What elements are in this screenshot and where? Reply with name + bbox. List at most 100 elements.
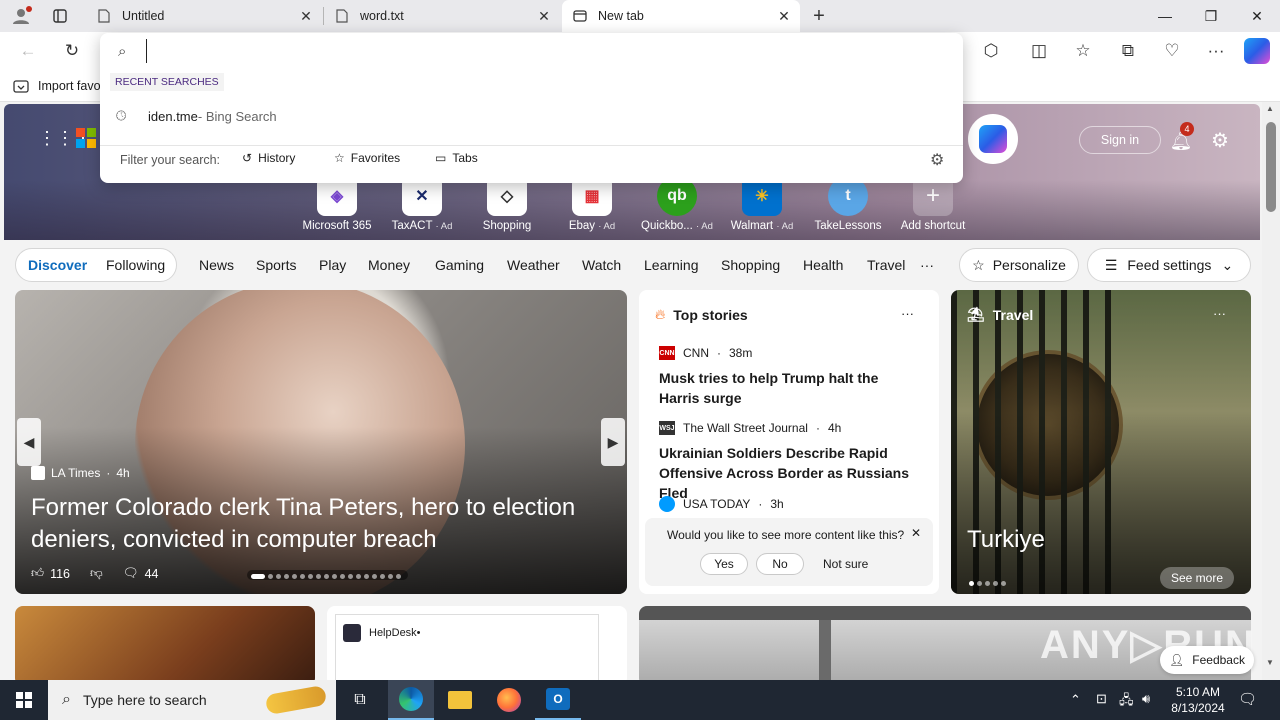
filter-history[interactable]: ↺ History bbox=[242, 151, 295, 165]
story-headline[interactable]: Ukrainian Soldiers Describe Rapid Offens… bbox=[659, 443, 925, 503]
no-button[interactable]: No bbox=[756, 553, 804, 575]
taskbar-edge[interactable] bbox=[388, 680, 434, 720]
favorites-icon[interactable]: ☆ bbox=[1068, 36, 1098, 66]
nav-sports[interactable]: Sports bbox=[256, 257, 296, 273]
extensions-icon[interactable]: ⬡ bbox=[976, 36, 1006, 66]
tile-microsoft-365[interactable]: ◈ Microsoft 365 bbox=[295, 176, 379, 232]
volume-icon[interactable]: 🔊︎ bbox=[1142, 691, 1150, 707]
search-settings-gear-icon[interactable]: ⚙ bbox=[930, 150, 944, 170]
network-icon[interactable]: 🖧︎ bbox=[1119, 691, 1134, 713]
story-headline[interactable]: Former Colorado clerk Tina Peters, hero … bbox=[31, 492, 611, 556]
close-tab-icon[interactable]: ✕ bbox=[536, 8, 552, 24]
top-stories-more-icon[interactable]: ··· bbox=[901, 306, 914, 321]
nav-more-icon[interactable]: ··· bbox=[920, 257, 934, 273]
collections-icon[interactable]: ⧉ bbox=[1113, 36, 1143, 66]
notification-center-icon[interactable]: 🗨︎ bbox=[1238, 690, 1257, 708]
browser-essentials-icon[interactable]: ♡ bbox=[1157, 36, 1187, 66]
filter-favorites[interactable]: ☆ Favorites bbox=[334, 151, 400, 165]
nav-shopping[interactable]: Shopping bbox=[721, 257, 780, 273]
tile-taxact[interactable]: ✕ TaxACT · Ad bbox=[380, 176, 464, 232]
close-window-button[interactable]: ✕ bbox=[1234, 0, 1280, 32]
travel-card[interactable]: ⛱ Travel ··· Turkiye See more bbox=[951, 290, 1251, 594]
close-tab-icon[interactable]: ✕ bbox=[776, 8, 792, 24]
travel-headline[interactable]: Turkiye bbox=[967, 526, 1045, 554]
sliders-icon: ☰ bbox=[1104, 256, 1118, 273]
back-button[interactable]: ← bbox=[13, 36, 43, 66]
task-view-icon[interactable]: ⧉ bbox=[340, 680, 380, 720]
tray-device-icon[interactable]: ⊡ bbox=[1096, 691, 1107, 707]
filter-label: Filter your search: bbox=[120, 153, 221, 167]
nav-weather[interactable]: Weather bbox=[507, 257, 560, 273]
close-tab-icon[interactable]: ✕ bbox=[298, 8, 314, 24]
nav-travel[interactable]: Travel bbox=[867, 257, 905, 273]
feed-settings-button[interactable]: ☰ Feed settings ⌄ bbox=[1087, 248, 1251, 282]
nav-play[interactable]: Play bbox=[319, 257, 346, 273]
page-settings-gear-icon[interactable]: ⚙ bbox=[1206, 126, 1234, 154]
tile-shopping[interactable]: ◇ Shopping bbox=[465, 176, 549, 232]
scroll-up-icon[interactable]: ▲ bbox=[1266, 104, 1274, 113]
beach-umbrella-icon: ⛱ bbox=[967, 306, 985, 322]
following-tab[interactable]: Following bbox=[106, 257, 165, 273]
not-sure-button[interactable]: Not sure bbox=[823, 557, 868, 571]
tray-chevron-up-icon[interactable]: ⌃ bbox=[1070, 692, 1081, 708]
start-button[interactable] bbox=[0, 680, 48, 720]
travel-more-icon[interactable]: ··· bbox=[1213, 306, 1226, 321]
import-favorites[interactable]: Import favo bbox=[12, 78, 101, 94]
tile-add-shortcut[interactable]: + Add shortcut bbox=[891, 176, 975, 232]
main-story-card[interactable]: ◀ ▶ LA Times · 4h Former Colorado clerk Ti… bbox=[15, 290, 627, 594]
tab-word-txt[interactable]: word.txt ✕ bbox=[324, 0, 560, 32]
taskbar-search-box[interactable]: ⌕ Type here to search bbox=[48, 680, 336, 720]
nav-news[interactable]: News bbox=[199, 257, 234, 273]
comment-icon[interactable]: 🗨︎ bbox=[123, 566, 139, 581]
taskbar-firefox[interactable] bbox=[486, 680, 532, 720]
split-screen-icon[interactable]: ◫ bbox=[1024, 36, 1054, 66]
app-launcher-icon[interactable]: ⋮⋮⋮ bbox=[38, 128, 92, 148]
settings-more-icon[interactable]: ··· bbox=[1201, 36, 1231, 66]
lower-story-card[interactable] bbox=[15, 606, 315, 680]
profile-avatar[interactable] bbox=[8, 4, 34, 28]
copilot-icon[interactable] bbox=[1244, 38, 1270, 64]
nav-gaming[interactable]: Gaming bbox=[435, 257, 484, 273]
new-tab-button[interactable]: + bbox=[808, 5, 830, 27]
nav-learning[interactable]: Learning bbox=[644, 257, 699, 273]
comment-count: 44 bbox=[144, 566, 159, 581]
tab-actions-icon[interactable] bbox=[50, 6, 70, 26]
taskbar-clock[interactable]: 5:10 AM 8/13/2024 bbox=[1168, 684, 1228, 716]
carousel-next-button[interactable]: ▶ bbox=[601, 418, 625, 466]
tile-ebay[interactable]: ▦ Ebay · Ad bbox=[550, 176, 634, 232]
address-input[interactable] bbox=[146, 39, 926, 63]
refresh-button[interactable]: ↻ bbox=[57, 36, 87, 66]
nav-health[interactable]: Health bbox=[803, 257, 843, 273]
thumbs-up-icon[interactable]: 👍︎ bbox=[31, 566, 44, 581]
recent-search-item[interactable]: 🕓︎ iden.tme - Bing Search bbox=[100, 103, 963, 129]
story-headline[interactable]: Musk tries to help Trump halt the Harris… bbox=[659, 368, 919, 408]
helpdesk-ad-card[interactable]: HelpDesk• bbox=[327, 606, 627, 680]
taskbar-outlook[interactable]: O bbox=[535, 680, 581, 720]
tab-new-tab[interactable]: New tab ✕ bbox=[562, 0, 800, 32]
nav-money[interactable]: Money bbox=[368, 257, 410, 273]
sign-in-button[interactable]: Sign in bbox=[1079, 126, 1161, 154]
personalize-button[interactable]: ☆ Personalize bbox=[959, 248, 1079, 282]
minimize-button[interactable]: — bbox=[1142, 0, 1188, 32]
tile-walmart[interactable]: ✳ Walmart · Ad bbox=[720, 176, 804, 232]
tile-quickbooks[interactable]: qb Quickbo... · Ad bbox=[635, 176, 719, 232]
copilot-hero-button[interactable] bbox=[968, 114, 1018, 164]
scrollbar-thumb[interactable] bbox=[1266, 122, 1276, 212]
scroll-down-icon[interactable]: ▼ bbox=[1266, 658, 1274, 667]
filter-tabs[interactable]: ▭ Tabs bbox=[435, 151, 478, 165]
tile-label: Ebay bbox=[568, 220, 596, 232]
carousel-prev-button[interactable]: ◀ bbox=[17, 418, 41, 466]
see-more-button[interactable]: See more bbox=[1160, 567, 1234, 589]
tile-takelessons[interactable]: t TakeLessons bbox=[806, 176, 890, 232]
restore-button[interactable]: ❐ bbox=[1188, 0, 1234, 32]
taskbar-file-explorer[interactable] bbox=[437, 680, 483, 720]
discover-tab[interactable]: Discover bbox=[28, 257, 87, 273]
thumbs-down-icon[interactable]: 👎︎ bbox=[90, 566, 103, 581]
yes-button[interactable]: Yes bbox=[700, 553, 748, 575]
page-scrollbar[interactable]: ▲ ▼ bbox=[1262, 102, 1280, 680]
tab-label: New tab bbox=[598, 9, 644, 23]
tab-untitled[interactable]: Untitled ✕ bbox=[86, 0, 322, 32]
close-icon[interactable]: ✕ bbox=[911, 526, 921, 540]
nav-watch[interactable]: Watch bbox=[582, 257, 621, 273]
feedback-button[interactable]: 👤︎ Feedback bbox=[1160, 646, 1254, 674]
